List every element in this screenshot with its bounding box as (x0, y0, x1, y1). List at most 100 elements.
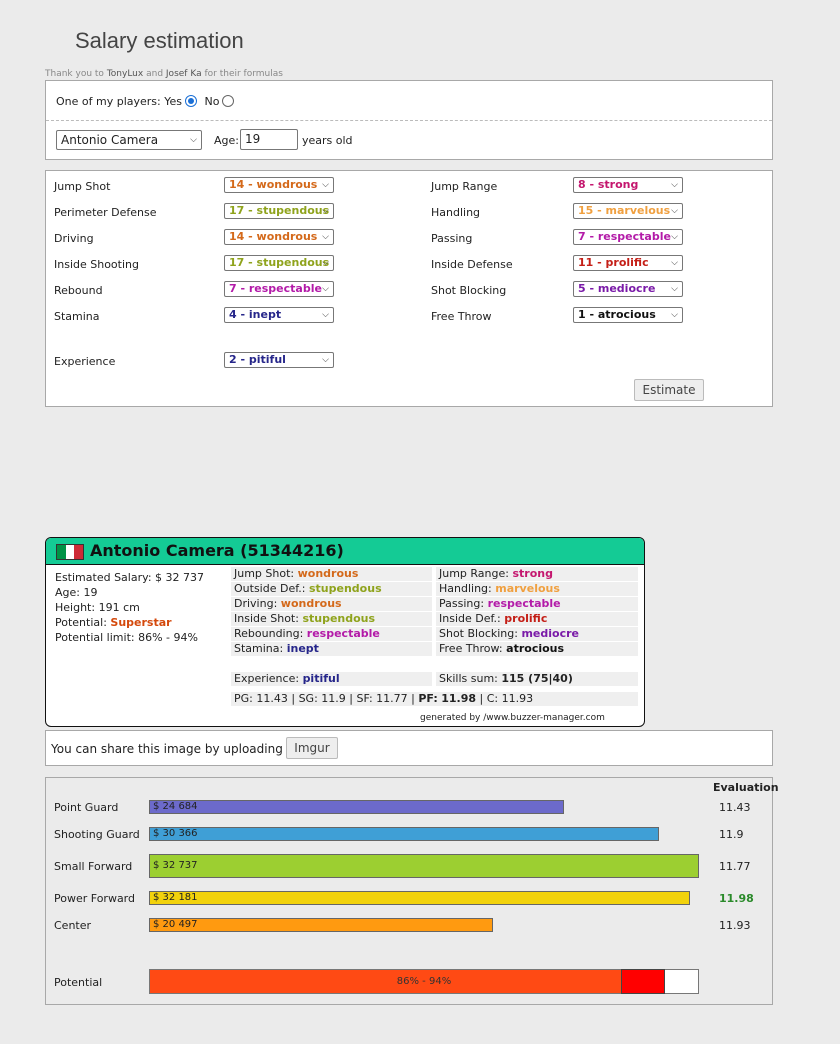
position-value: 11.98 (441, 692, 477, 705)
ownership-row: One of my players: Yes No (56, 95, 238, 108)
chevron-down-icon: ⌵ (671, 258, 678, 268)
position-label: C: (486, 692, 499, 705)
card-experience-value: pitiful (302, 672, 340, 685)
skill-select[interactable]: 7 - respectable ⌵ (224, 281, 334, 297)
card-info-row: Potential: Superstar (55, 616, 172, 629)
card-info-row: Height: 191 cm (55, 601, 140, 614)
skill-select[interactable]: 14 - wondrous ⌵ (224, 177, 334, 193)
skill-select[interactable]: 4 - inept ⌵ (224, 307, 334, 323)
credits-name-1[interactable]: TonyLux (107, 69, 143, 79)
skill-select[interactable]: 5 - mediocre ⌵ (573, 281, 683, 297)
chevron-down-icon: ⌵ (671, 180, 678, 190)
age-label: Age: (214, 134, 239, 147)
card-skill: Jump Shot: wondrous (231, 567, 432, 581)
card-info-row: Estimated Salary: $ 32 737 (55, 571, 204, 584)
credits-name-2[interactable]: Josef Ka (166, 69, 202, 79)
skill-select-value: 14 - wondrous (229, 230, 318, 243)
evaluation-header: Evaluation (713, 781, 779, 794)
skill-label: Handling (431, 206, 481, 219)
card-info-value: $ 32 737 (155, 571, 205, 584)
card-info-label: Potential: (55, 616, 107, 629)
chevron-down-icon: ⌵ (322, 232, 329, 242)
salary-bar-value: $ 24 684 (153, 801, 198, 812)
skill-select[interactable]: 8 - strong ⌵ (573, 177, 683, 193)
card-skill-value: atrocious (506, 642, 565, 655)
position-value: 11.77 (376, 692, 408, 705)
card-info-label: Height: (55, 601, 96, 614)
skill-select[interactable]: 17 - stupendous ⌵ (224, 203, 334, 219)
skill-label: Jump Shot (54, 180, 111, 193)
skill-select[interactable]: 17 - stupendous ⌵ (224, 255, 334, 271)
credits-and: and (146, 69, 164, 79)
player-form-panel: One of my players: Yes No Antonio Camera… (45, 80, 773, 160)
card-info-value: 86% - 94% (138, 631, 198, 644)
card-skill-label: Jump Range: (439, 567, 509, 580)
skill-select[interactable]: 11 - prolific ⌵ (573, 255, 683, 271)
salary-bar-value: $ 32 737 (153, 860, 198, 871)
salary-bar: $ 32 181 (149, 891, 690, 905)
card-skills-sum-label: Skills sum: (439, 672, 498, 685)
flag-stripe (65, 545, 75, 559)
skill-select-value: 1 - atrocious (578, 308, 656, 321)
skill-select-value: 7 - respectable (229, 282, 322, 295)
potential-text: 86% - 94% (396, 976, 452, 987)
skill-select[interactable]: 14 - wondrous ⌵ (224, 229, 334, 245)
skill-select-value: 11 - prolific (578, 256, 649, 269)
card-info-label: Estimated Salary: (55, 571, 152, 584)
card-info-row: Age: 19 (55, 586, 97, 599)
yes-label: Yes (164, 95, 182, 108)
credits-line: Thank you to TonyLux and Josef Ka for th… (45, 69, 283, 79)
skill-label: Perimeter Defense (54, 206, 157, 219)
card-info-row: Potential limit: 86% - 94% (55, 631, 198, 644)
position-row-label: Shooting Guard (54, 828, 140, 841)
evaluation-value: 11.98 (719, 892, 754, 905)
position-row-label: Power Forward (54, 892, 135, 905)
skill-select-value: 17 - stupendous (229, 256, 330, 269)
position-row-label: Small Forward (54, 860, 133, 873)
player-select[interactable]: Antonio Camera ⌵ (56, 130, 202, 150)
salary-bar: $ 24 684 (149, 800, 564, 814)
card-skill: Shot Blocking: mediocre (436, 627, 638, 641)
position-value: 11.93 (501, 692, 534, 705)
card-skill: Jump Range: strong (436, 567, 638, 581)
salary-bar-value: $ 30 366 (153, 828, 198, 839)
evaluation-value: 11.43 (719, 801, 751, 814)
skill-select[interactable]: 15 - marvelous ⌵ (573, 203, 683, 219)
skill-label: Inside Shooting (54, 258, 139, 271)
chevron-down-icon: ⌵ (671, 310, 678, 320)
card-positions-row: PG: 11.43 | SG: 11.9 | SF: 11.77 | PF: 1… (231, 692, 638, 706)
evaluation-value: 11.93 (719, 919, 751, 932)
ownership-label: One of my players: (56, 95, 161, 108)
card-skill-value: strong (512, 567, 553, 580)
salary-bar-value: $ 32 181 (153, 892, 198, 903)
experience-select-value: 2 - pitiful (229, 353, 286, 366)
card-skill-value: prolific (504, 612, 548, 625)
share-panel: You can share this image by uploading it… (45, 730, 773, 766)
card-skill-label: Outside Def.: (234, 582, 306, 595)
estimate-button[interactable]: Estimate (634, 379, 704, 401)
skill-select-value: 7 - respectable (578, 230, 671, 243)
card-skill-label: Inside Def.: (439, 612, 501, 625)
age-input[interactable]: 19 (240, 129, 298, 150)
position-label: PF: (418, 692, 438, 705)
no-radio[interactable] (222, 95, 235, 107)
page-title: Salary estimation (75, 28, 244, 53)
skill-select[interactable]: 7 - respectable ⌵ (573, 229, 683, 245)
skill-select-value: 4 - inept (229, 308, 282, 321)
skill-select-value: 15 - marvelous (578, 204, 671, 217)
card-skill-value: stupendous (309, 582, 382, 595)
card-skills-sum-value: 115 (75|40) (501, 672, 573, 685)
skill-select[interactable]: 1 - atrocious ⌵ (573, 307, 683, 323)
imgur-button[interactable]: Imgur (286, 737, 338, 759)
experience-select[interactable]: 2 - pitiful ⌵ (224, 352, 334, 368)
yes-radio[interactable] (185, 95, 197, 107)
chevron-down-icon: ⌵ (322, 310, 329, 320)
card-skill-label: Free Throw: (439, 642, 503, 655)
card-skill: Driving: wondrous (231, 597, 432, 611)
card-skill-value: mediocre (521, 627, 579, 640)
skill-label: Rebound (54, 284, 103, 297)
credits-prefix: Thank you to (45, 69, 104, 79)
card-skill-label: Jump Shot: (234, 567, 295, 580)
card-skill-label: Driving: (234, 597, 278, 610)
salary-bar-value: $ 20 497 (153, 919, 198, 930)
